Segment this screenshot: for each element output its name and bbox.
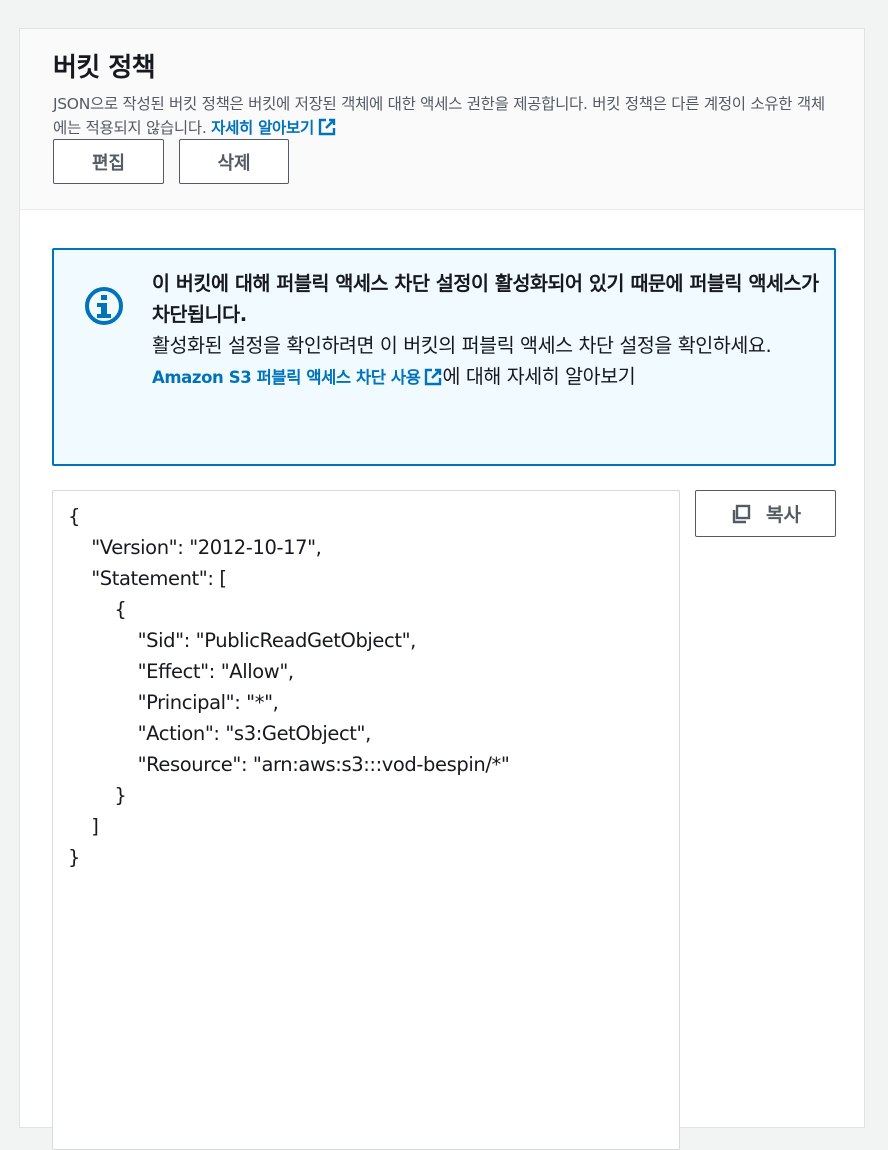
copy-icon: [732, 504, 751, 523]
delete-button[interactable]: 삭제: [179, 139, 289, 184]
panel-header: 버킷 정책 JSON으로 작성된 버킷 정책은 버킷에 저장된 객체에 대한 액…: [20, 29, 864, 210]
learn-more-label: 자세히 알아보기: [211, 119, 314, 137]
alert-title: 이 버킷에 대해 퍼블릭 액세스 차단 설정이 활성화되어 있기 때문에 퍼블릭…: [152, 272, 819, 326]
alert-body: 활성화된 설정을 확인하려면 이 버킷의 퍼블릭 액세스 차단 설정을 확인하세…: [152, 330, 822, 393]
info-icon: [85, 287, 123, 325]
section-description: JSON으로 작성된 버킷 정책은 버킷에 저장된 객체에 대한 액세스 권한을…: [53, 92, 833, 140]
block-public-access-link[interactable]: Amazon S3 퍼블릭 액세스 차단 사용: [152, 368, 442, 387]
policy-json-viewer[interactable]: { "Version": "2012-10-17", "Statement": …: [52, 490, 680, 1150]
bucket-policy-panel: 버킷 정책 JSON으로 작성된 버킷 정책은 버킷에 저장된 객체에 대한 액…: [19, 28, 865, 1150]
alert-body-suffix: 에 대해 자세히 알아보기: [442, 365, 636, 388]
description-text: JSON으로 작성된 버킷 정책은 버킷에 저장된 객체에 대한 액세스 권한을…: [53, 95, 825, 137]
copy-button[interactable]: 복사: [695, 490, 836, 537]
external-link-icon: [425, 368, 442, 386]
info-alert: 이 버킷에 대해 퍼블릭 액세스 차단 설정이 활성화되어 있기 때문에 퍼블릭…: [52, 248, 836, 466]
copy-button-label: 복사: [766, 504, 801, 526]
edit-button[interactable]: 편집: [53, 139, 164, 184]
alert-body-text: 활성화된 설정을 확인하려면 이 버킷의 퍼블릭 액세스 차단 설정을 확인하세…: [152, 334, 772, 357]
alert-content: 이 버킷에 대해 퍼블릭 액세스 차단 설정이 활성화되어 있기 때문에 퍼블릭…: [152, 268, 822, 393]
external-link-icon: [318, 118, 336, 136]
policy-json-text: { "Version": "2012-10-17", "Statement": …: [68, 505, 510, 869]
learn-more-link[interactable]: 자세히 알아보기: [211, 118, 336, 137]
section-title: 버킷 정책: [53, 53, 156, 83]
block-public-access-link-label: Amazon S3 퍼블릭 액세스 차단 사용: [152, 368, 421, 387]
